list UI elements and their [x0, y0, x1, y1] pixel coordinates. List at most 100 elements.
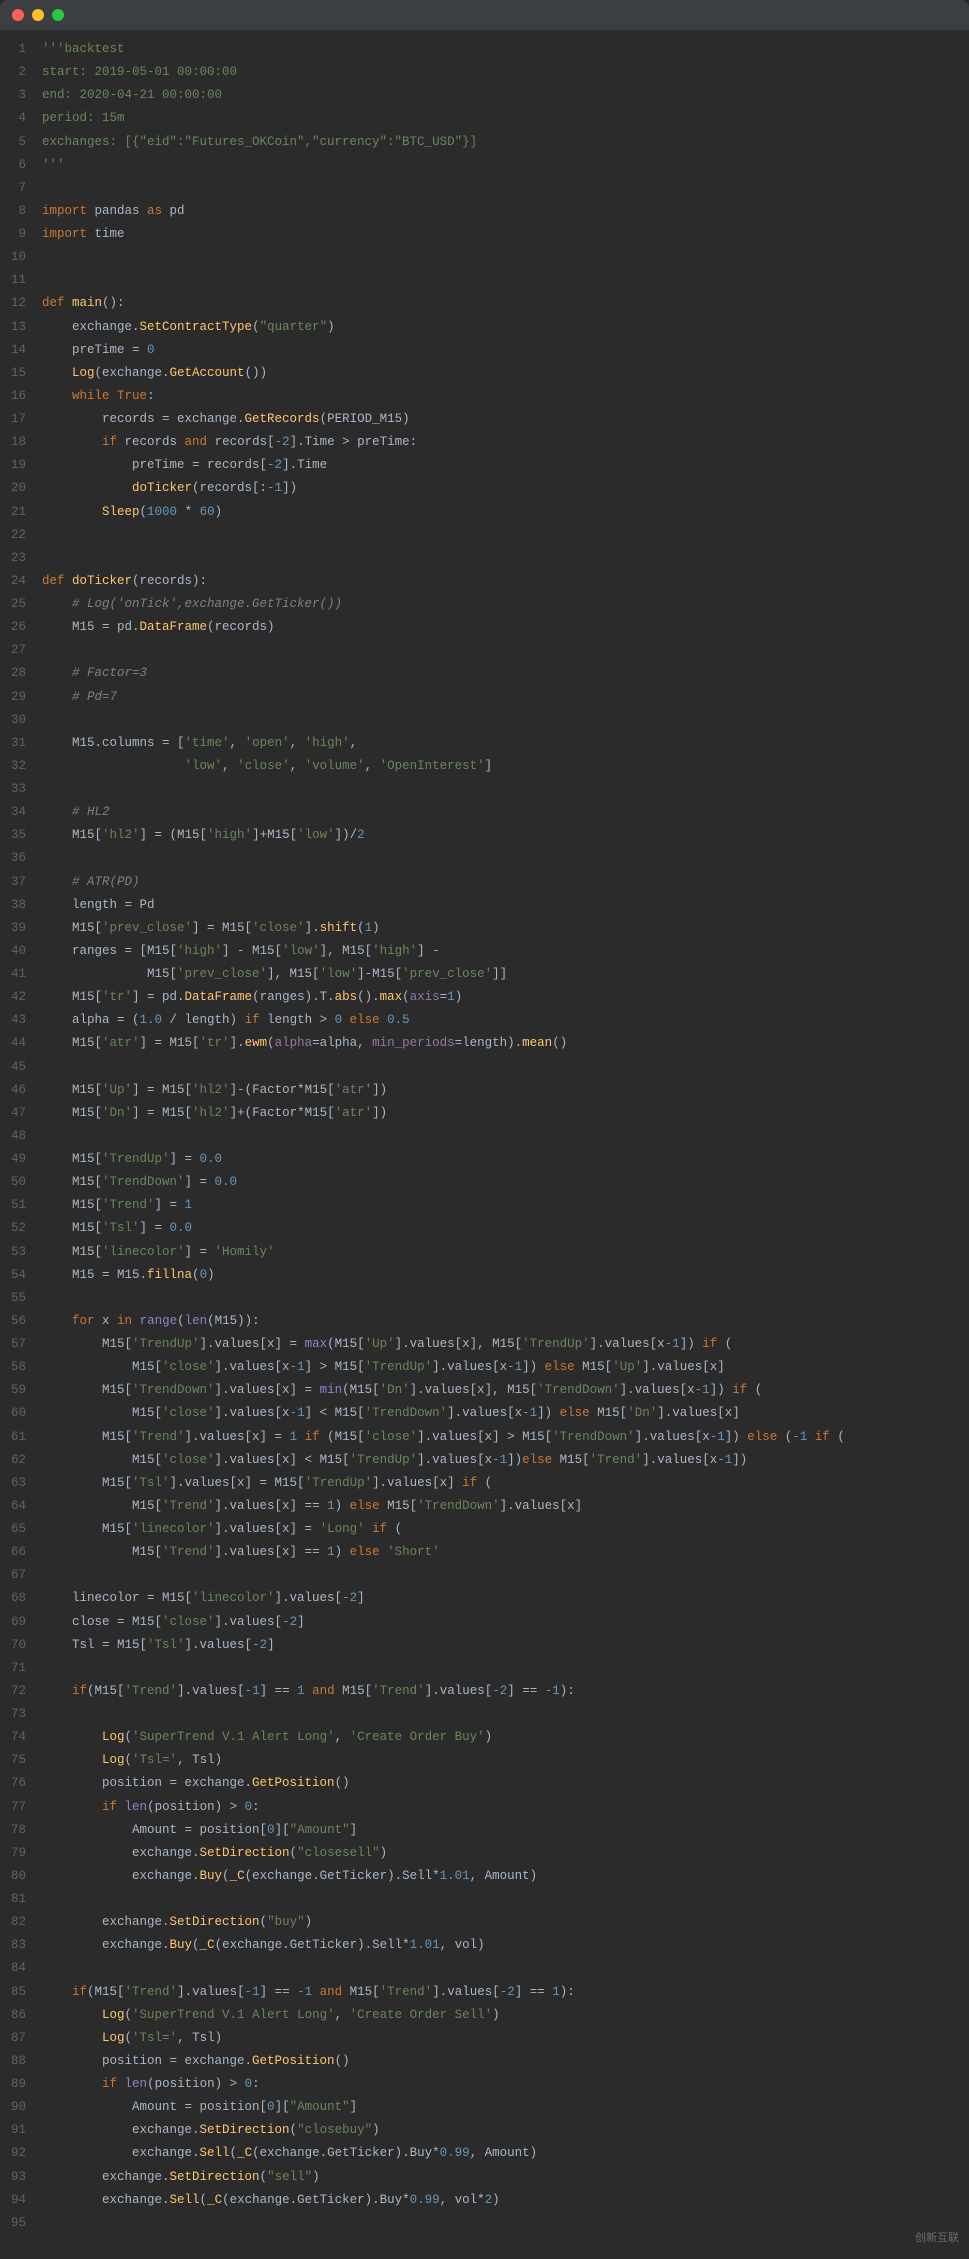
code-line[interactable]: M15['prev_close'], M15['low']-M15['prev_…	[42, 963, 969, 986]
code-line[interactable]: Amount = position[0]["Amount"]	[42, 2096, 969, 2119]
code-line[interactable]: ranges = [M15['high'] - M15['low'], M15[…	[42, 940, 969, 963]
code-line[interactable]: Log(exchange.GetAccount())	[42, 362, 969, 385]
code-line[interactable]: for x in range(len(M15)):	[42, 1310, 969, 1333]
code-content[interactable]: '''backteststart: 2019-05-01 00:00:00end…	[38, 30, 969, 2243]
code-line[interactable]: M15['TrendDown'].values[x] = min(M15['Dn…	[42, 1379, 969, 1402]
code-line[interactable]: preTime = records[-2].Time	[42, 454, 969, 477]
code-line[interactable]: M15['Trend'].values[x] == 1) else M15['T…	[42, 1495, 969, 1518]
code-line[interactable]: if len(position) > 0:	[42, 2073, 969, 2096]
code-line[interactable]: M15['Trend'].values[x] = 1 if (M15['clos…	[42, 1426, 969, 1449]
code-line[interactable]	[42, 1125, 969, 1148]
code-line[interactable]: length = Pd	[42, 894, 969, 917]
code-line[interactable]	[42, 709, 969, 732]
code-line[interactable]: M15['close'].values[x-1] > M15['TrendUp'…	[42, 1356, 969, 1379]
code-line[interactable]: position = exchange.GetPosition()	[42, 2050, 969, 2073]
code-line[interactable]: M15['hl2'] = (M15['high']+M15['low'])/2	[42, 824, 969, 847]
code-line[interactable]: end: 2020-04-21 00:00:00	[42, 84, 969, 107]
code-line[interactable]: M15.columns = ['time', 'open', 'high',	[42, 732, 969, 755]
code-line[interactable]: 'low', 'close', 'volume', 'OpenInterest'…	[42, 755, 969, 778]
code-line[interactable]: M15['Dn'] = M15['hl2']+(Factor*M15['atr'…	[42, 1102, 969, 1125]
code-line[interactable]: M15['TrendUp'].values[x] = max(M15['Up']…	[42, 1333, 969, 1356]
code-line[interactable]: start: 2019-05-01 00:00:00	[42, 61, 969, 84]
code-line[interactable]	[42, 1657, 969, 1680]
code-line[interactable]: if(M15['Trend'].values[-1] == -1 and M15…	[42, 1981, 969, 2004]
code-line[interactable]: exchange.SetDirection("sell")	[42, 2166, 969, 2189]
window-titlebar[interactable]	[0, 0, 969, 30]
code-line[interactable]	[42, 269, 969, 292]
maximize-icon[interactable]	[52, 9, 64, 21]
code-line[interactable]: exchange.SetDirection("buy")	[42, 1911, 969, 1934]
code-line[interactable]: exchange.Buy(_C(exchange.GetTicker).Sell…	[42, 1865, 969, 1888]
code-line[interactable]: M15['linecolor'].values[x] = 'Long' if (	[42, 1518, 969, 1541]
code-line[interactable]: Log('Tsl=', Tsl)	[42, 1749, 969, 1772]
code-line[interactable]	[42, 639, 969, 662]
code-line[interactable]	[42, 778, 969, 801]
code-line[interactable]: '''	[42, 154, 969, 177]
minimize-icon[interactable]	[32, 9, 44, 21]
code-editor[interactable]: 1234567891011121314151617181920212223242…	[0, 30, 969, 2243]
code-line[interactable]	[42, 1957, 969, 1980]
code-line[interactable]: Sleep(1000 * 60)	[42, 501, 969, 524]
code-line[interactable]: M15['TrendUp'] = 0.0	[42, 1148, 969, 1171]
code-line[interactable]: '''backtest	[42, 38, 969, 61]
code-line[interactable]: import time	[42, 223, 969, 246]
code-line[interactable]: if(M15['Trend'].values[-1] == 1 and M15[…	[42, 1680, 969, 1703]
code-line[interactable]: exchange.Buy(_C(exchange.GetTicker).Sell…	[42, 1934, 969, 1957]
code-line[interactable]: exchanges: [{"eid":"Futures_OKCoin","cur…	[42, 131, 969, 154]
code-line[interactable]: if records and records[-2].Time > preTim…	[42, 431, 969, 454]
code-line[interactable]: exchange.SetDirection("closesell")	[42, 1842, 969, 1865]
close-icon[interactable]	[12, 9, 24, 21]
code-line[interactable]: M15['Trend'] = 1	[42, 1194, 969, 1217]
code-line[interactable]: close = M15['close'].values[-2]	[42, 1611, 969, 1634]
code-line[interactable]: M15['close'].values[x-1] < M15['TrendDow…	[42, 1402, 969, 1425]
code-line[interactable]: M15['close'].values[x] < M15['TrendUp'].…	[42, 1449, 969, 1472]
code-line[interactable]: # ATR(PD)	[42, 871, 969, 894]
code-line[interactable]	[42, 547, 969, 570]
code-line[interactable]: def main():	[42, 292, 969, 315]
code-line[interactable]: records = exchange.GetRecords(PERIOD_M15…	[42, 408, 969, 431]
code-line[interactable]: if len(position) > 0:	[42, 1796, 969, 1819]
code-line[interactable]: # Log('onTick',exchange.GetTicker())	[42, 593, 969, 616]
code-line[interactable]: M15 = M15.fillna(0)	[42, 1264, 969, 1287]
code-line[interactable]: M15['Up'] = M15['hl2']-(Factor*M15['atr'…	[42, 1079, 969, 1102]
code-line[interactable]: linecolor = M15['linecolor'].values[-2]	[42, 1587, 969, 1610]
code-line[interactable]	[42, 246, 969, 269]
code-line[interactable]: M15['atr'] = M15['tr'].ewm(alpha=alpha, …	[42, 1032, 969, 1055]
code-line[interactable]	[42, 2212, 969, 2235]
code-line[interactable]: exchange.Sell(_C(exchange.GetTicker).Buy…	[42, 2142, 969, 2165]
code-line[interactable]: Log('SuperTrend V.1 Alert Long', 'Create…	[42, 2004, 969, 2027]
code-line[interactable]: Tsl = M15['Tsl'].values[-2]	[42, 1634, 969, 1657]
code-line[interactable]	[42, 177, 969, 200]
code-line[interactable]: exchange.Sell(_C(exchange.GetTicker).Buy…	[42, 2189, 969, 2212]
code-line[interactable]	[42, 1056, 969, 1079]
code-line[interactable]: # HL2	[42, 801, 969, 824]
code-line[interactable]	[42, 1888, 969, 1911]
code-line[interactable]: M15['Tsl'] = 0.0	[42, 1217, 969, 1240]
code-line[interactable]: exchange.SetDirection("closebuy")	[42, 2119, 969, 2142]
code-line[interactable]: M15['linecolor'] = 'Homily'	[42, 1241, 969, 1264]
code-line[interactable]: period: 15m	[42, 107, 969, 130]
code-line[interactable]	[42, 1703, 969, 1726]
code-line[interactable]: Log('Tsl=', Tsl)	[42, 2027, 969, 2050]
code-line[interactable]	[42, 524, 969, 547]
code-line[interactable]: M15['tr'] = pd.DataFrame(ranges).T.abs()…	[42, 986, 969, 1009]
code-line[interactable]: M15['TrendDown'] = 0.0	[42, 1171, 969, 1194]
code-line[interactable]: M15 = pd.DataFrame(records)	[42, 616, 969, 639]
code-line[interactable]	[42, 847, 969, 870]
code-line[interactable]: M15['prev_close'] = M15['close'].shift(1…	[42, 917, 969, 940]
code-line[interactable]: alpha = (1.0 / length) if length > 0 els…	[42, 1009, 969, 1032]
code-line[interactable]: # Factor=3	[42, 662, 969, 685]
code-line[interactable]: exchange.SetContractType("quarter")	[42, 316, 969, 339]
code-line[interactable]: Amount = position[0]["Amount"]	[42, 1819, 969, 1842]
code-line[interactable]: import pandas as pd	[42, 200, 969, 223]
code-line[interactable]: M15['Tsl'].values[x] = M15['TrendUp'].va…	[42, 1472, 969, 1495]
code-line[interactable]: while True:	[42, 385, 969, 408]
code-line[interactable]: preTime = 0	[42, 339, 969, 362]
code-line[interactable]: doTicker(records[:-1])	[42, 477, 969, 500]
code-line[interactable]	[42, 1287, 969, 1310]
code-line[interactable]: position = exchange.GetPosition()	[42, 1772, 969, 1795]
code-line[interactable]: Log('SuperTrend V.1 Alert Long', 'Create…	[42, 1726, 969, 1749]
code-line[interactable]	[42, 1564, 969, 1587]
code-line[interactable]: M15['Trend'].values[x] == 1) else 'Short…	[42, 1541, 969, 1564]
code-line[interactable]: def doTicker(records):	[42, 570, 969, 593]
